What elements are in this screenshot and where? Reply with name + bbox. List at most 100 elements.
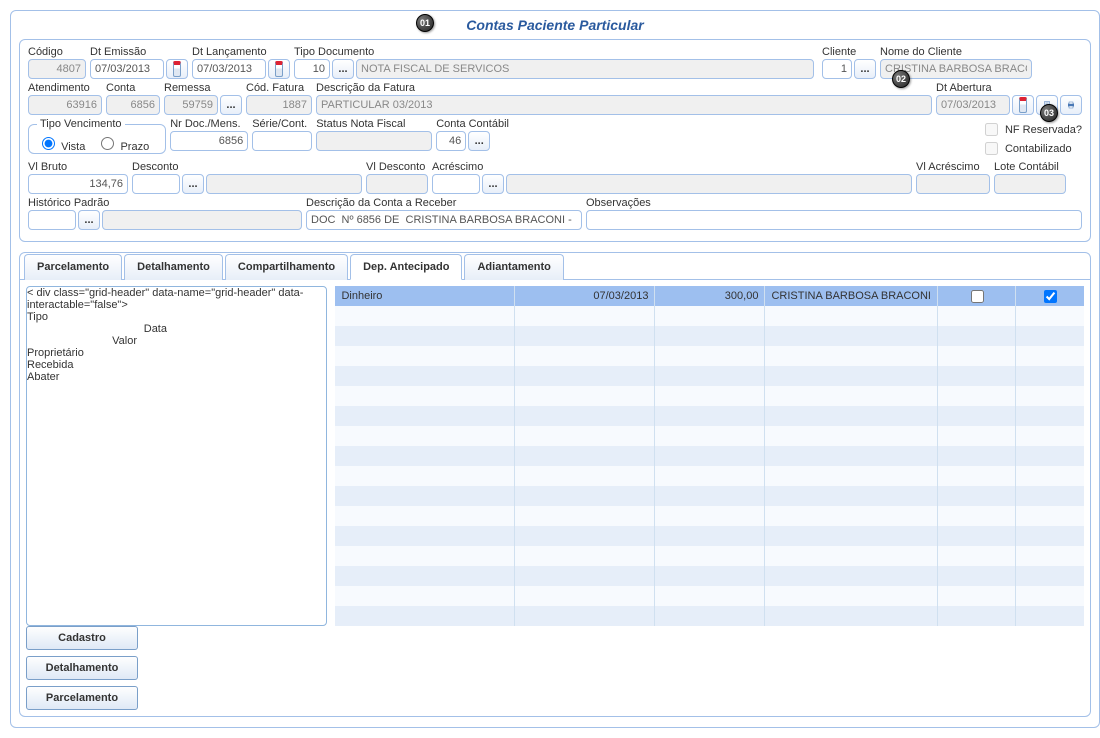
- label-vl-acrescimo: Vl Acréscimo: [916, 161, 990, 173]
- nr-doc-field[interactable]: [170, 131, 248, 151]
- historico-padrao-code-field[interactable]: [28, 210, 76, 230]
- printer-icon[interactable]: [1060, 95, 1082, 115]
- tab-adiantamento[interactable]: Adiantamento: [464, 254, 563, 280]
- table-row: [335, 426, 1084, 446]
- atendimento-field: [28, 95, 102, 115]
- form-area: Código Dt Emissão Dt Lançamento Tipo Doc…: [19, 39, 1091, 242]
- col-header-proprietario[interactable]: Proprietário: [27, 347, 326, 359]
- grid-body: Dinheiro07/03/2013300,00CRISTINA BARBOSA…: [335, 286, 1084, 626]
- dt-lancamento-field[interactable]: [192, 59, 266, 79]
- label-lote-contabil: Lote Contábil: [994, 161, 1066, 173]
- ellipsis-button[interactable]: ...: [182, 174, 204, 194]
- table-row: [335, 506, 1084, 526]
- label-nome-cliente: Nome do Cliente: [880, 46, 1032, 58]
- table-row: [335, 466, 1084, 486]
- nf-reservada-checkbox: [985, 123, 998, 136]
- radio-prazo[interactable]: Prazo: [96, 141, 149, 153]
- label-dt-lancamento: Dt Lançamento: [192, 46, 290, 58]
- page-title: Contas Paciente Particular: [19, 15, 1091, 39]
- recebida-checkbox[interactable]: [971, 290, 984, 303]
- col-header-data[interactable]: Data: [27, 323, 167, 335]
- label-tipo-doc: Tipo Documento: [294, 46, 814, 58]
- label-remessa: Remessa: [164, 82, 242, 94]
- tab-parcelamento[interactable]: Parcelamento: [24, 254, 122, 280]
- cliente-code-field[interactable]: [822, 59, 852, 79]
- serie-cont-field[interactable]: [252, 131, 312, 151]
- label-atendimento: Atendimento: [28, 82, 102, 94]
- col-header-valor[interactable]: Valor: [27, 335, 137, 347]
- vl-bruto-field[interactable]: [28, 174, 128, 194]
- dt-emissao-field[interactable]: [90, 59, 164, 79]
- vl-acrescimo-field: [916, 174, 990, 194]
- descricao-conta-receber-field[interactable]: [306, 210, 582, 230]
- tab-detalhamento[interactable]: Detalhamento: [124, 254, 223, 280]
- label-tipo-venc: Tipo Vencimento: [37, 118, 125, 130]
- label-dt-emissao: Dt Emissão: [90, 46, 188, 58]
- table-row: [335, 306, 1084, 326]
- label-conta: Conta: [106, 82, 160, 94]
- tab-dep-antecipado[interactable]: Dep. Antecipado: [350, 254, 462, 280]
- label-acrescimo: Acréscimo: [432, 161, 912, 173]
- col-header-recebida[interactable]: Recebida: [27, 359, 105, 371]
- label-descricao-conta-receber: Descrição da Conta a Receber: [306, 197, 582, 209]
- table-row[interactable]: Dinheiro07/03/2013300,00CRISTINA BARBOSA…: [335, 286, 1084, 306]
- lote-contabil-field: [994, 174, 1066, 194]
- ellipsis-button[interactable]: ...: [78, 210, 100, 230]
- table-row: [335, 346, 1084, 366]
- historico-padrao-desc-field: [102, 210, 302, 230]
- calendar-icon[interactable]: [1012, 95, 1034, 115]
- table-row: [335, 526, 1084, 546]
- conta-field: [106, 95, 160, 115]
- deposits-grid: < div class="grid-header" data-name="gri…: [26, 286, 327, 626]
- label-nr-doc: Nr Doc./Mens.: [170, 118, 248, 130]
- main-panel: Contas Paciente Particular Código Dt Emi…: [10, 10, 1100, 728]
- abater-checkbox[interactable]: [1044, 290, 1057, 303]
- table-row: [335, 366, 1084, 386]
- tabs-panel: ParcelamentoDetalhamentoCompartilhamento…: [19, 252, 1091, 717]
- label-dt-abertura: Dt Abertura: [936, 82, 1082, 94]
- table-row: [335, 486, 1084, 506]
- desconto-code-field[interactable]: [132, 174, 180, 194]
- conta-contabil-field[interactable]: [436, 131, 466, 151]
- label-vl-desconto: Vl Desconto: [366, 161, 428, 173]
- label-cliente: Cliente: [822, 46, 876, 58]
- tipo-doc-code-field[interactable]: [294, 59, 330, 79]
- contabilizado-checkbox: [985, 142, 998, 155]
- acrescimo-code-field[interactable]: [432, 174, 480, 194]
- table-row: [335, 406, 1084, 426]
- cadastro-button[interactable]: Cadastro: [26, 626, 138, 650]
- acrescimo-desc-field: [506, 174, 912, 194]
- label-conta-contabil: Conta Contábil: [436, 118, 509, 130]
- label-status-nf: Status Nota Fiscal: [316, 118, 432, 130]
- tipo-vencimento-group: Tipo Vencimento Vista Prazo: [28, 118, 166, 154]
- label-descricao-fatura: Descrição da Fatura: [316, 82, 932, 94]
- tipo-doc-desc-field: [356, 59, 814, 79]
- label-vl-bruto: Vl Bruto: [28, 161, 128, 173]
- status-nf-field: [316, 131, 432, 151]
- label-desconto: Desconto: [132, 161, 362, 173]
- desconto-desc-field: [206, 174, 362, 194]
- calendar-icon[interactable]: [268, 59, 290, 79]
- ellipsis-button[interactable]: ...: [220, 95, 242, 115]
- ellipsis-button[interactable]: ...: [482, 174, 504, 194]
- tab-compartilhamento[interactable]: Compartilhamento: [225, 254, 348, 280]
- detalhamento-button[interactable]: Detalhamento: [26, 656, 138, 680]
- observacoes-field[interactable]: [586, 210, 1082, 230]
- table-row: [335, 446, 1084, 466]
- nome-cliente-field: [880, 59, 1032, 79]
- table-row: [335, 386, 1084, 406]
- ellipsis-button[interactable]: ...: [468, 131, 490, 151]
- calendar-icon[interactable]: [166, 59, 188, 79]
- descricao-fatura-field: [316, 95, 932, 115]
- ellipsis-button[interactable]: ...: [854, 59, 876, 79]
- remessa-field: [164, 95, 218, 115]
- cod-fatura-field: [246, 95, 312, 115]
- col-header-tipo[interactable]: Tipo: [27, 311, 207, 323]
- radio-vista[interactable]: Vista: [37, 141, 85, 153]
- parcelamento-button[interactable]: Parcelamento: [26, 686, 138, 710]
- ellipsis-button[interactable]: ...: [332, 59, 354, 79]
- table-row: [335, 326, 1084, 346]
- col-header-abater[interactable]: Abater: [27, 371, 95, 383]
- document-icon[interactable]: [1036, 95, 1058, 115]
- label-cod-fatura: Cód. Fatura: [246, 82, 312, 94]
